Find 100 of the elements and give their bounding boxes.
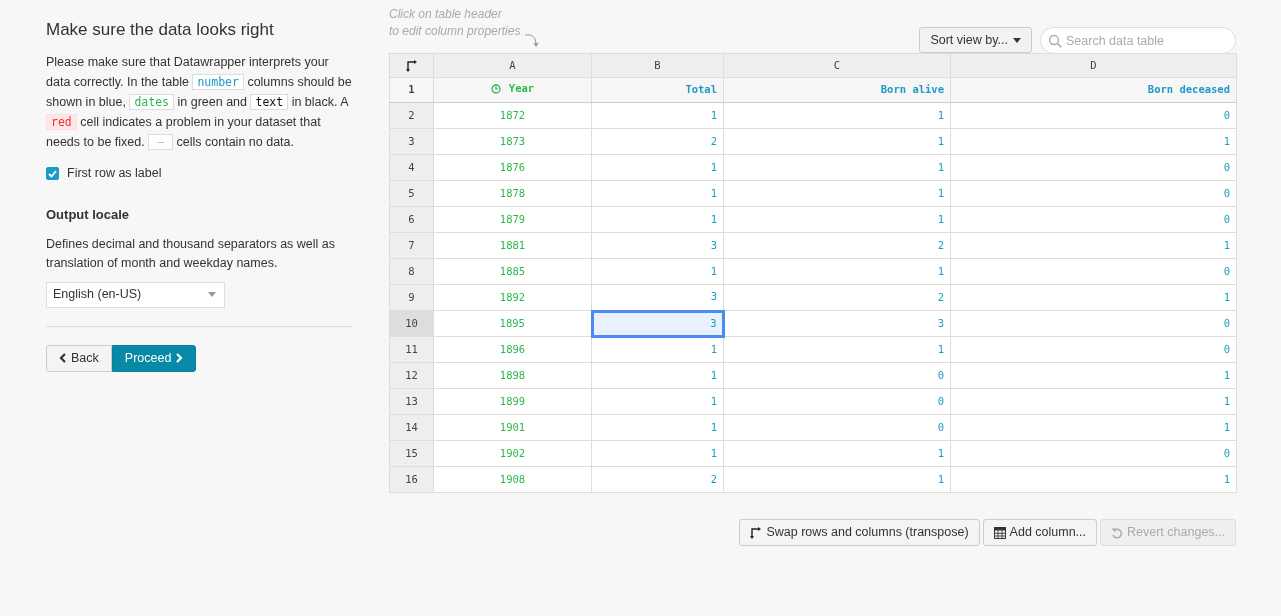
section-heading: Output locale: [46, 206, 131, 225]
chevron-right-icon: [176, 353, 184, 364]
table-cell[interactable]: 1879: [433, 206, 592, 233]
column-header[interactable]: Born alive: [723, 77, 951, 103]
instructions-text: Please make sure that Datawrapper interprets your data correctly. In the table number columns should be shown in blue, dates in green and text in black. A red cell indicates a problem in your dataset that needs to be fixed. — cells contain no data.: [46, 54, 353, 153]
table-cell[interactable]: 0: [723, 414, 951, 441]
table-cell[interactable]: 1: [950, 128, 1237, 155]
table-cell[interactable]: 1885: [433, 258, 592, 285]
header-label[interactable]: Year: [508, 81, 535, 97]
column-letter[interactable]: D: [950, 53, 1237, 78]
locale-description: Defines decimal and thousand separators as well as translation of month and weekday names.: [46, 235, 337, 272]
table-cell[interactable]: 1: [723, 258, 951, 285]
table-cell[interactable]: 0: [950, 206, 1237, 233]
swap-icon[interactable]: [405, 58, 418, 73]
table-cell[interactable]: 1: [591, 206, 724, 233]
table-cell[interactable]: 2: [591, 128, 724, 155]
table-cell[interactable]: 1: [950, 232, 1237, 259]
table-cell[interactable]: 1: [591, 180, 724, 207]
search-field[interactable]: Search data table: [1040, 27, 1236, 54]
transpose-button[interactable]: Swap rows and columns (transpose): [739, 519, 980, 546]
table-cell[interactable]: 0: [950, 154, 1237, 181]
table-cell[interactable]: 1881: [433, 232, 592, 259]
add-button[interactable]: Add column...: [982, 519, 1098, 546]
table-cell[interactable]: 1: [723, 102, 951, 129]
table-cell[interactable]: 1: [591, 414, 724, 441]
row-number: 8: [389, 258, 434, 285]
row-number: 15: [389, 440, 434, 467]
table-cell[interactable]: 1: [950, 414, 1237, 441]
table-cell[interactable]: 1: [723, 466, 951, 493]
table-cell[interactable]: 2: [591, 466, 724, 493]
table-cell[interactable]: 1: [723, 128, 951, 155]
sort-button[interactable]: Sort view by...: [919, 27, 1032, 53]
column-letter[interactable]: B: [591, 53, 724, 78]
page-title: Make sure the data looks right: [46, 20, 275, 41]
calculator-icon: [993, 526, 1006, 539]
proceed-button[interactable]: Proceed: [111, 344, 197, 372]
row-number: 4: [389, 154, 434, 181]
column-letter[interactable]: C: [723, 53, 951, 78]
table-cell[interactable]: 1872: [433, 102, 592, 129]
table-cell[interactable]: 1896: [433, 336, 592, 363]
table-cell[interactable]: 1: [723, 154, 951, 181]
table-cell[interactable]: 1: [591, 362, 724, 389]
table-cell[interactable]: 2: [723, 232, 951, 259]
swap-icon: [750, 525, 763, 540]
table-cell[interactable]: 1: [723, 336, 951, 363]
table-cell[interactable]: 3: [591, 284, 724, 311]
table-cell[interactable]: 1895: [433, 310, 592, 337]
table-cell[interactable]: 0: [950, 180, 1237, 207]
table-cell[interactable]: 1: [591, 154, 724, 181]
table-cell[interactable]: 1: [950, 466, 1237, 493]
table-cell[interactable]: 1: [591, 258, 724, 285]
table-cell[interactable]: 1: [591, 440, 724, 467]
table-cell[interactable]: 1: [591, 388, 724, 415]
table-cell[interactable]: 0: [723, 362, 951, 389]
row-number: 1: [389, 77, 434, 103]
table-cell[interactable]: 0: [950, 258, 1237, 285]
checkbox-label[interactable]: First row as label: [67, 164, 162, 184]
locale-dropdown[interactable]: English (en-US): [46, 281, 225, 308]
row-number: 3: [389, 128, 434, 155]
table-cell[interactable]: 1: [723, 206, 951, 233]
row-number: 14: [389, 414, 434, 441]
table-cell[interactable]: 1878: [433, 180, 592, 207]
table-cell[interactable]: 1901: [433, 414, 592, 441]
column-letter[interactable]: A: [433, 53, 592, 78]
table-cell[interactable]: 3: [723, 310, 951, 337]
table-cell[interactable]: 0: [950, 440, 1237, 467]
table-cell[interactable]: 3: [591, 232, 724, 259]
table-cell[interactable]: 1892: [433, 284, 592, 311]
table-cell[interactable]: 0: [723, 388, 951, 415]
row-number: 9: [389, 284, 434, 311]
table-cell[interactable]: 0: [950, 336, 1237, 363]
checkbox[interactable]: [46, 167, 59, 181]
row-number: 2: [389, 102, 434, 129]
table-cell[interactable]: 1908: [433, 466, 592, 493]
caret-icon: [208, 292, 216, 298]
chevron-left-icon: [59, 353, 66, 364]
table-cell[interactable]: 1: [950, 284, 1237, 311]
table-cell[interactable]: 1: [950, 362, 1237, 389]
caret-icon: [1013, 37, 1021, 43]
table-cell[interactable]: 1: [591, 336, 724, 363]
column-header[interactable]: Total: [591, 77, 724, 103]
undo-icon: [1111, 526, 1124, 539]
table-cell[interactable]: 1898: [433, 362, 592, 389]
row-number: 7: [389, 232, 434, 259]
row-number: 10: [389, 310, 434, 337]
table-cell[interactable]: 1: [723, 180, 951, 207]
back-button[interactable]: Back: [46, 344, 112, 372]
hint-text: Click on table header to edit column properties: [389, 6, 521, 40]
table-cell[interactable]: 1876: [433, 154, 592, 181]
table-cell[interactable]: 1873: [433, 128, 592, 155]
table-cell[interactable]: 1: [723, 440, 951, 467]
column-header[interactable]: Born deceased: [950, 77, 1237, 103]
table-cell[interactable]: 1: [950, 388, 1237, 415]
table-cell[interactable]: 0: [950, 102, 1237, 129]
table-cell[interactable]: 0: [950, 310, 1237, 337]
table-cell[interactable]: 1899: [433, 388, 592, 415]
table-cell[interactable]: 1: [591, 102, 724, 129]
table-cell[interactable]: 1902: [433, 440, 592, 467]
table-cell[interactable]: 2: [723, 284, 951, 311]
table-cell[interactable]: 3: [591, 310, 724, 337]
